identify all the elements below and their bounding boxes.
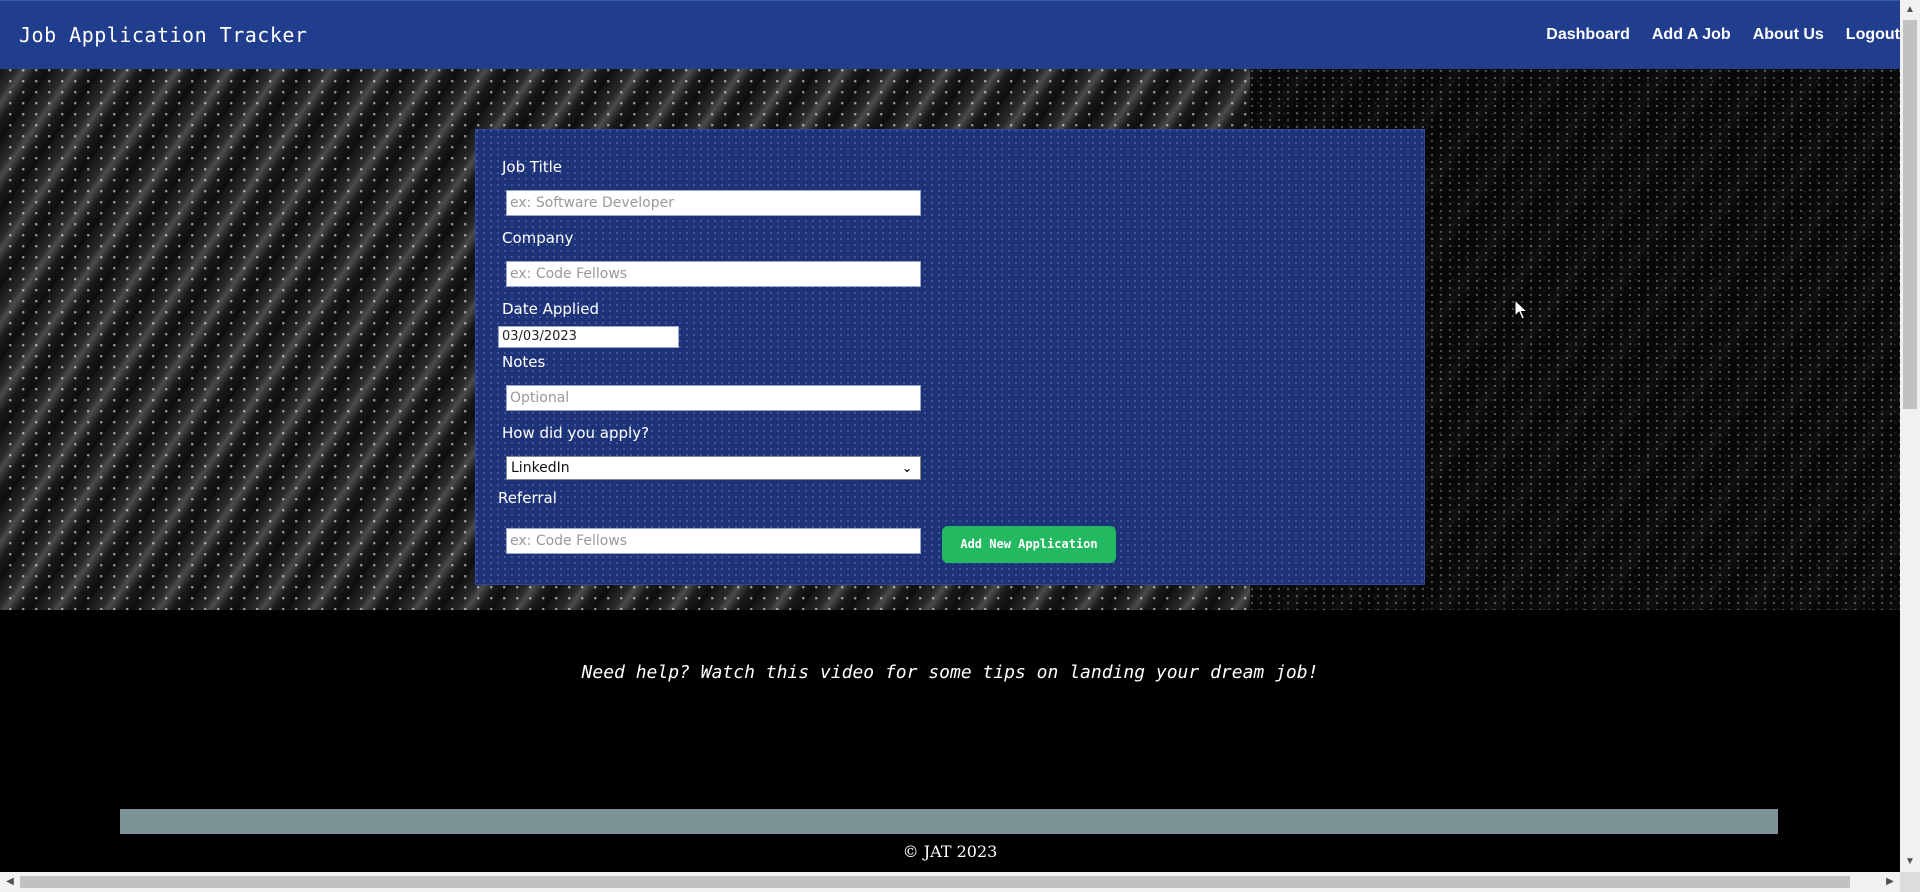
scroll-up-icon[interactable]: ▲ xyxy=(1900,0,1920,20)
mouse-cursor-icon xyxy=(1514,299,1528,320)
add-job-form: Job Title ex: Software Developer Company… xyxy=(475,129,1425,585)
scroll-down-icon[interactable]: ▼ xyxy=(1900,852,1920,872)
horizontal-scroll-thumb[interactable] xyxy=(20,876,1850,888)
notes-label: Notes xyxy=(502,353,546,371)
scroll-right-icon[interactable]: ▶ xyxy=(1880,872,1900,892)
scrollbar-corner xyxy=(1900,872,1920,892)
date-applied-label: Date Applied xyxy=(502,300,600,318)
chevron-down-icon: ⌄ xyxy=(901,461,912,475)
job-title-label: Job Title xyxy=(502,158,563,176)
video-help-text: Need help? Watch this video for some tip… xyxy=(581,662,1319,683)
vertical-scroll-thumb[interactable] xyxy=(1903,20,1917,409)
nav-links: Dashboard Add A Job About Us Logout xyxy=(1546,26,1900,44)
app-title: Job Application Tracker xyxy=(19,23,308,47)
add-new-application-button[interactable]: Add New Application xyxy=(942,526,1116,563)
job-title-input[interactable]: ex: Software Developer xyxy=(506,190,921,216)
top-nav-bar: Job Application Tracker Dashboard Add A … xyxy=(0,0,1900,69)
nav-dashboard[interactable]: Dashboard xyxy=(1546,26,1630,44)
notes-input[interactable]: Optional xyxy=(506,385,921,411)
vertical-scrollbar[interactable]: ▲ ▼ xyxy=(1900,0,1920,872)
scroll-left-icon[interactable]: ◀ xyxy=(0,872,20,892)
apply-method-label: How did you apply? xyxy=(502,424,650,442)
apply-method-select[interactable]: LinkedIn ⌄ xyxy=(506,456,921,480)
nav-logout[interactable]: Logout xyxy=(1846,26,1900,44)
referral-label: Referral xyxy=(498,489,557,507)
referral-input[interactable]: ex: Code Fellows xyxy=(506,528,921,554)
nav-add-a-job[interactable]: Add A Job xyxy=(1652,26,1731,44)
apply-method-value: LinkedIn xyxy=(511,460,570,476)
date-applied-input[interactable]: 03/03/2023 xyxy=(498,326,679,348)
footer-bar xyxy=(120,809,1778,834)
company-label: Company xyxy=(502,229,574,247)
nav-about-us[interactable]: About Us xyxy=(1753,26,1824,44)
copyright-text: © JAT 2023 xyxy=(902,842,998,861)
company-input[interactable]: ex: Code Fellows xyxy=(506,261,921,287)
horizontal-scrollbar[interactable]: ◀ ▶ xyxy=(0,872,1900,892)
